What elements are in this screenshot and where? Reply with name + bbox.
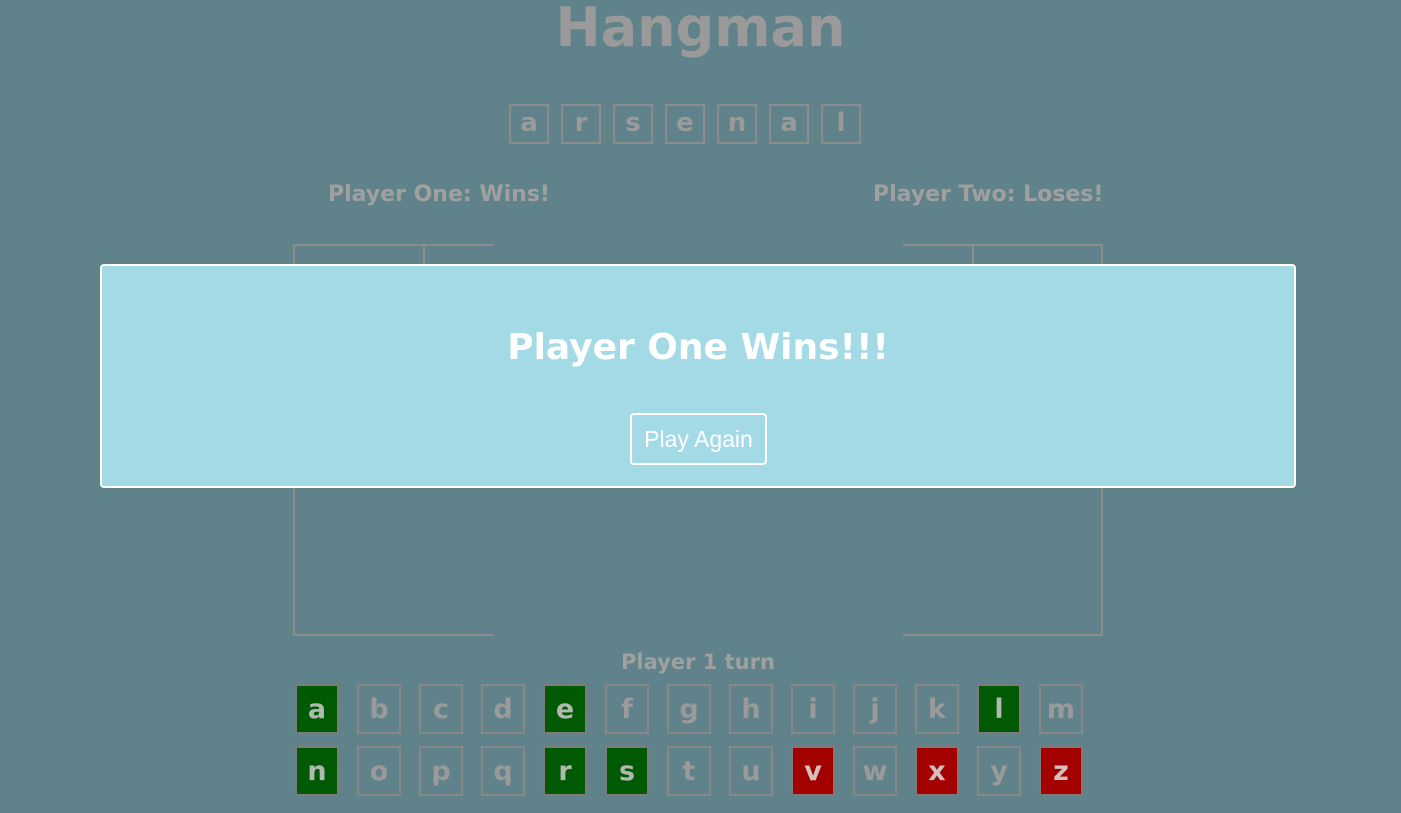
word-letter-tile: e: [665, 104, 705, 144]
win-modal: Player One Wins!!! Play Again: [100, 264, 1296, 488]
letter-key-t[interactable]: t: [667, 746, 711, 796]
letter-keyboard: abcdefghijklm nopqrstuvwxyz: [295, 684, 1083, 796]
game-title: Hangman: [555, 0, 846, 59]
letter-key-o[interactable]: o: [357, 746, 401, 796]
letter-key-z[interactable]: z: [1039, 746, 1083, 796]
player-two-status: Player Two: Loses!: [873, 182, 1104, 207]
gallows-rope: [972, 244, 974, 266]
letter-key-b[interactable]: b: [357, 684, 401, 734]
letter-key-m[interactable]: m: [1039, 684, 1083, 734]
letter-key-v[interactable]: v: [791, 746, 835, 796]
letter-key-c[interactable]: c: [419, 684, 463, 734]
letter-key-l[interactable]: l: [977, 684, 1021, 734]
letter-key-w[interactable]: w: [853, 746, 897, 796]
word-letter-tile: n: [717, 104, 757, 144]
letter-key-j[interactable]: j: [853, 684, 897, 734]
letter-key-i[interactable]: i: [791, 684, 835, 734]
letter-key-s[interactable]: s: [605, 746, 649, 796]
letter-key-g[interactable]: g: [667, 684, 711, 734]
word-letter-tile: l: [821, 104, 861, 144]
letter-key-e[interactable]: e: [543, 684, 587, 734]
word-letter-tile: a: [769, 104, 809, 144]
word-display: a r s e n a l: [509, 104, 861, 144]
letter-key-r[interactable]: r: [543, 746, 587, 796]
letter-key-x[interactable]: x: [915, 746, 959, 796]
letter-key-h[interactable]: h: [729, 684, 773, 734]
turn-indicator: Player 1 turn: [621, 650, 775, 674]
letter-key-f[interactable]: f: [605, 684, 649, 734]
letter-key-u[interactable]: u: [729, 746, 773, 796]
letter-key-a[interactable]: a: [295, 684, 339, 734]
letter-key-k[interactable]: k: [915, 684, 959, 734]
letter-key-d[interactable]: d: [481, 684, 525, 734]
player-one-status: Player One: Wins!: [328, 182, 550, 207]
play-again-button[interactable]: Play Again: [630, 413, 767, 465]
word-letter-tile: a: [509, 104, 549, 144]
letter-key-p[interactable]: p: [419, 746, 463, 796]
gallows-beam: [293, 244, 425, 246]
gallows-rope: [423, 244, 425, 266]
letter-key-n[interactable]: n: [295, 746, 339, 796]
game-stage: Hangman a r s e n a l Player One: Wins! …: [0, 0, 1401, 813]
letter-key-y[interactable]: y: [977, 746, 1021, 796]
modal-title: Player One Wins!!!: [507, 327, 889, 368]
word-letter-tile: r: [561, 104, 601, 144]
word-letter-tile: s: [613, 104, 653, 144]
letter-key-q[interactable]: q: [481, 746, 525, 796]
